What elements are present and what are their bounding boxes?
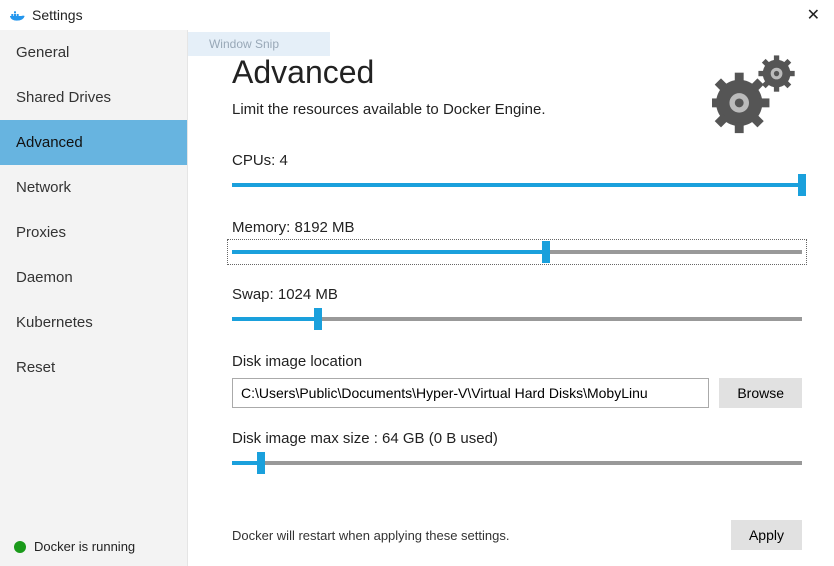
memory-label: Memory: 8192 MB [232,219,802,236]
gears-icon [712,54,802,134]
disk-size-slider[interactable] [232,461,802,465]
titlebar: Settings ✕ [0,0,834,30]
browse-button[interactable]: Browse [719,378,802,408]
sidebar-item-general[interactable]: General [0,30,187,75]
window-title: Settings [32,7,83,23]
main-panel: Advanced Limit the resources available t… [188,30,834,566]
restart-note: Docker will restart when applying these … [232,528,509,543]
cpus-slider[interactable] [232,183,802,187]
sidebar-item-advanced[interactable]: Advanced [0,120,187,165]
sidebar-item-daemon[interactable]: Daemon [0,255,187,300]
disk-size-slider-thumb[interactable] [257,452,265,474]
cpus-slider-thumb[interactable] [798,174,806,196]
disk-location-label: Disk image location [232,353,802,370]
status-dot-icon [14,541,26,553]
memory-slider-group: Memory: 8192 MB [232,219,802,264]
sidebar-item-shared-drives[interactable]: Shared Drives [0,75,187,120]
memory-slider-thumb[interactable] [542,241,550,263]
swap-slider-group: Swap: 1024 MB [232,286,802,331]
sidebar: GeneralShared DrivesAdvancedNetworkProxi… [0,30,188,566]
swap-slider-thumb[interactable] [314,308,322,330]
sidebar-item-kubernetes[interactable]: Kubernetes [0,300,187,345]
cpus-slider-group: CPUs: 4 [232,152,802,197]
close-button[interactable]: ✕ [803,5,824,25]
cpus-label: CPUs: 4 [232,152,802,169]
docker-status: Docker is running [0,527,187,566]
disk-size-slider-group: Disk image max size : 64 GB (0 B used) [232,430,802,475]
docker-whale-icon [10,9,26,21]
swap-slider[interactable] [232,317,802,321]
sidebar-item-reset[interactable]: Reset [0,345,187,390]
swap-label: Swap: 1024 MB [232,286,802,303]
sidebar-item-network[interactable]: Network [0,165,187,210]
apply-button[interactable]: Apply [731,520,802,550]
titlebar-left: Settings [10,7,83,23]
page-subtitle: Limit the resources available to Docker … [232,101,546,118]
page-title: Advanced [232,54,546,91]
disk-location-input[interactable] [232,378,709,408]
sidebar-item-proxies[interactable]: Proxies [0,210,187,255]
disk-size-label: Disk image max size : 64 GB (0 B used) [232,430,802,447]
status-text: Docker is running [34,539,135,554]
memory-slider[interactable] [232,250,802,254]
